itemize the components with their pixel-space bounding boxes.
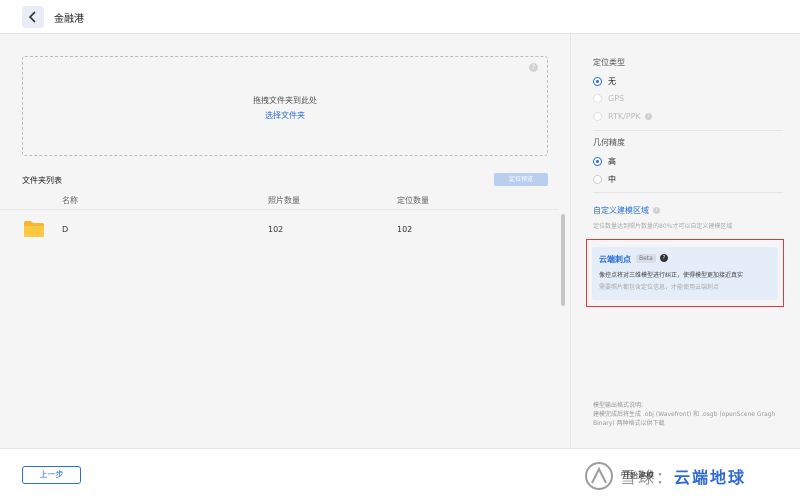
section-divider <box>593 130 783 131</box>
radio-button[interactable] <box>593 77 602 86</box>
folder-name: D <box>62 225 69 234</box>
watermark: 雪球：云端地球 <box>584 459 788 493</box>
radio-button <box>593 112 602 121</box>
info-icon[interactable]: i <box>653 207 660 214</box>
top-bar: 金融港 <box>0 0 800 34</box>
radio-button <box>593 94 602 103</box>
custom-region-description: 定位数量达到照片数量的80%才可以自定义建模区域 <box>593 223 733 230</box>
positioning-type-label: 定位类型 <box>593 58 625 67</box>
geometric-precision-label: 几何精度 <box>593 138 625 147</box>
cloud-stab-card[interactable]: 云端刺点 Beta ? 像控点将对三维模型进行纠正，使得模型更加接近真实 需要照… <box>592 247 778 300</box>
section-divider <box>593 192 783 193</box>
column-header-photo-count: 照片数量 <box>268 196 300 205</box>
column-header-name: 名称 <box>62 196 78 205</box>
position-preview-button[interactable]: 定位预览 <box>494 173 548 186</box>
info-icon[interactable]: i <box>644 113 652 120</box>
cloud-stab-requirement: 需要照片都包含定位信息，才能使用云端刺点 <box>599 284 720 291</box>
folder-list-title: 文件夹列表 <box>22 176 62 185</box>
radio-rtk-ppk: RTK/PPK i <box>593 112 652 121</box>
folder-dropzone[interactable]: ? 拖拽文件夹到此处 选择文件夹 <box>22 56 548 156</box>
cloud-stab-title: 云端刺点 <box>599 255 631 264</box>
folder-icon <box>24 221 44 237</box>
radio-label: GPS <box>608 94 625 103</box>
radio-medium[interactable]: 中 <box>593 174 616 185</box>
beta-badge: Beta <box>636 254 656 263</box>
radio-label: 无 <box>608 77 616 86</box>
column-header-position-count: 定位数量 <box>397 196 429 205</box>
custom-region-link[interactable]: 自定义建模区域 i <box>593 205 660 216</box>
radio-label: 中 <box>608 175 616 184</box>
help-icon[interactable]: ? <box>660 254 668 262</box>
cloud-stab-description: 像控点将对三维模型进行纠正，使得模型更加接近真实 <box>599 272 744 279</box>
radio-button[interactable] <box>593 157 602 166</box>
help-icon[interactable]: ? <box>529 63 538 72</box>
page-title: 金融港 <box>54 14 84 25</box>
radio-none[interactable]: 无 <box>593 76 616 87</box>
chevron-left-icon <box>28 11 36 23</box>
list-scrollbar[interactable] <box>561 214 565 306</box>
upload-panel: ? 拖拽文件夹到此处 选择文件夹 文件夹列表 定位预览 名称 照片数量 定位数量… <box>0 34 570 448</box>
radio-high[interactable]: 高 <box>593 156 616 167</box>
watermark-text: 雪球：云端地球 <box>620 468 747 487</box>
previous-step-button[interactable]: 上一步 <box>22 466 81 484</box>
snowball-logo-icon <box>585 462 613 490</box>
table-divider <box>0 209 558 210</box>
drop-hint: 拖拽文件夹到此处 <box>253 96 317 105</box>
radio-button[interactable] <box>593 175 602 184</box>
format-note: 模型输出格式说明: 建模完成后将生成 .obj (Wavefront) 和 .o… <box>593 402 776 427</box>
bottom-bar: 上一步 开始建模 雪球：云端地球 <box>0 448 800 500</box>
radio-label: RTK/PPK <box>608 112 641 121</box>
back-button[interactable] <box>22 6 44 28</box>
select-folder-link[interactable]: 选择文件夹 <box>23 110 547 121</box>
position-count: 102 <box>397 225 413 234</box>
radio-label: 高 <box>608 157 616 166</box>
custom-region-label: 自定义建模区域 <box>593 206 649 215</box>
radio-gps: GPS <box>593 94 624 103</box>
photo-count: 102 <box>268 225 284 234</box>
